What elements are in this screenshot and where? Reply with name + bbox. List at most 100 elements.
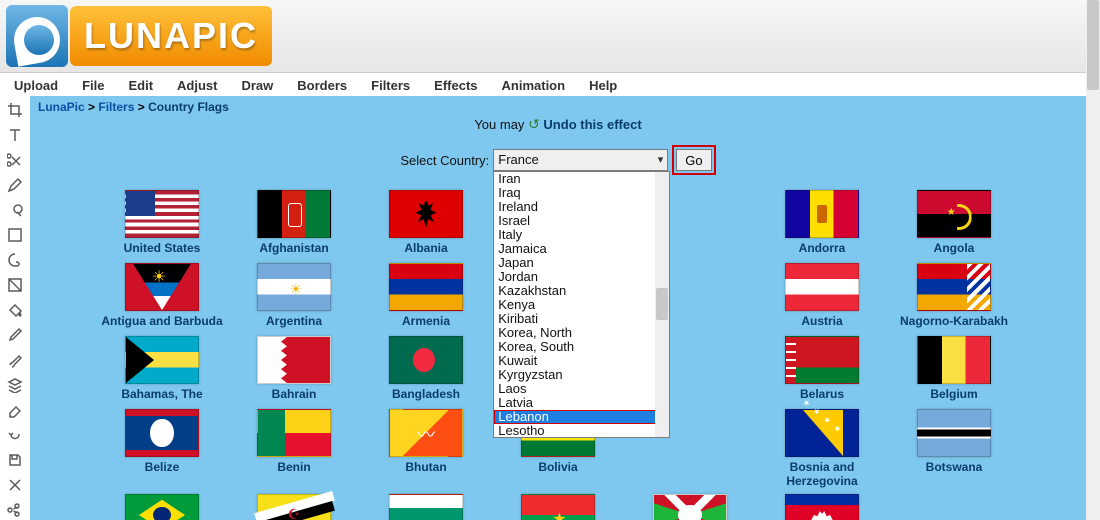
menu-file[interactable]: File <box>70 75 116 96</box>
save-icon[interactable] <box>7 452 23 468</box>
flag-cell[interactable]: ★ ★ ★ ★Bosnia and Herzegovina <box>756 409 888 488</box>
country-option[interactable]: Iraq <box>494 186 669 200</box>
undo-link[interactable]: Undo this effect <box>543 117 641 132</box>
flag-cell[interactable]: Bangladesh <box>360 336 492 401</box>
flag-cell[interactable]: Burundi <box>624 494 756 520</box>
flag-label[interactable]: Bahamas, The <box>96 387 228 401</box>
flag-label[interactable]: Armenia <box>360 314 492 328</box>
country-option[interactable]: Kazakhstan <box>494 284 669 298</box>
flag-cell[interactable]: Belize <box>96 409 228 488</box>
flag-label[interactable]: Austria <box>756 314 888 328</box>
eyedropper-icon[interactable] <box>7 327 23 343</box>
flag-label[interactable]: Bahrain <box>228 387 360 401</box>
window-scrollbar[interactable] <box>1086 0 1100 520</box>
crop-icon[interactable] <box>7 102 23 118</box>
country-option[interactable]: Korea, South <box>494 340 669 354</box>
flag-label[interactable]: United States <box>96 241 228 255</box>
breadcrumb-root[interactable]: LunaPic <box>38 100 85 114</box>
flag-cell[interactable]: Belarus <box>756 336 888 401</box>
menu-edit[interactable]: Edit <box>116 75 165 96</box>
country-option[interactable]: Italy <box>494 228 669 242</box>
delete-icon[interactable] <box>7 477 23 493</box>
flag-label[interactable]: Belize <box>96 460 228 474</box>
flag-label[interactable]: Botswana <box>888 460 1020 474</box>
flag-cell[interactable]: Bahamas, The <box>96 336 228 401</box>
country-dropdown-list[interactable]: IranIraqIrelandIsraelItalyJamaicaJapanJo… <box>493 171 670 438</box>
brush-icon[interactable] <box>7 352 23 368</box>
flag-cell[interactable]: Benin <box>228 409 360 488</box>
flag-cell[interactable]: ★Burkina Faso <box>492 494 624 520</box>
breadcrumb-filters[interactable]: Filters <box>98 100 134 114</box>
flag-cell[interactable]: Austria <box>756 263 888 328</box>
country-option[interactable]: Israel <box>494 214 669 228</box>
flag-cell[interactable]: United States <box>96 190 228 255</box>
flag-cell[interactable]: 〰Bhutan <box>360 409 492 488</box>
select-icon[interactable] <box>7 227 23 243</box>
flag-label[interactable]: Albania <box>360 241 492 255</box>
country-option[interactable]: Kenya <box>494 298 669 312</box>
menu-draw[interactable]: Draw <box>229 75 285 96</box>
menu-animation[interactable]: Animation <box>490 75 578 96</box>
flag-cell[interactable]: Andorra <box>756 190 888 255</box>
flag-label[interactable]: Bolivia <box>492 460 624 474</box>
country-option[interactable]: Kuwait <box>494 354 669 368</box>
go-button[interactable]: Go <box>676 149 711 171</box>
menu-effects[interactable]: Effects <box>422 75 489 96</box>
flag-cell[interactable]: Armenia <box>360 263 492 328</box>
country-option[interactable]: Jordan <box>494 270 669 284</box>
flag-label[interactable]: Bangladesh <box>360 387 492 401</box>
country-option[interactable]: Iran <box>494 172 669 186</box>
flag-label[interactable]: Benin <box>228 460 360 474</box>
flag-label[interactable]: Afghanistan <box>228 241 360 255</box>
dropdown-scrollbar[interactable] <box>655 172 669 437</box>
scissors-icon[interactable] <box>7 152 23 168</box>
country-option[interactable]: Latvia <box>494 396 669 410</box>
bucket-icon[interactable] <box>7 302 23 318</box>
country-option[interactable]: Lesotho <box>494 424 669 438</box>
flag-label[interactable]: Argentina <box>228 314 360 328</box>
menu-upload[interactable]: Upload <box>2 75 70 96</box>
flag-cell[interactable]: Bahrain <box>228 336 360 401</box>
layers-icon[interactable] <box>7 377 23 393</box>
text-icon[interactable] <box>7 127 23 143</box>
flag-cell[interactable]: ☀Antigua and Barbuda <box>96 263 228 328</box>
pencil-icon[interactable] <box>7 177 23 193</box>
country-option[interactable]: Japan <box>494 256 669 270</box>
menu-help[interactable]: Help <box>577 75 629 96</box>
flag-label[interactable]: Antigua and Barbuda <box>96 314 228 328</box>
rotate-icon[interactable] <box>7 427 23 443</box>
flag-cell[interactable]: ☪Brunei <box>228 494 360 520</box>
country-option[interactable]: Lebanon <box>494 410 669 424</box>
logo[interactable]: LUNAPIC <box>6 5 272 67</box>
flag-label[interactable]: Belgium <box>888 387 1020 401</box>
country-option[interactable]: Korea, North <box>494 326 669 340</box>
flag-cell[interactable]: Cambodia <box>756 494 888 520</box>
share-icon[interactable] <box>7 502 23 518</box>
flag-label[interactable]: Nagorno-Karabakh <box>888 314 1020 328</box>
flag-cell[interactable]: ★Angola <box>888 190 1020 255</box>
flag-cell[interactable]: Afghanistan <box>228 190 360 255</box>
palette-icon[interactable] <box>7 252 23 268</box>
flag-cell[interactable]: Bulgaria <box>360 494 492 520</box>
country-option[interactable]: Ireland <box>494 200 669 214</box>
country-option[interactable]: Jamaica <box>494 242 669 256</box>
flag-cell[interactable]: Brazil <box>96 494 228 520</box>
menu-adjust[interactable]: Adjust <box>165 75 229 96</box>
flag-label[interactable]: Angola <box>888 241 1020 255</box>
flag-label[interactable]: Andorra <box>756 241 888 255</box>
flag-cell[interactable]: Botswana <box>888 409 1020 488</box>
flag-cell[interactable]: Belgium <box>888 336 1020 401</box>
flag-cell[interactable]: ☀Argentina <box>228 263 360 328</box>
flag-label[interactable]: Bosnia and Herzegovina <box>756 460 888 488</box>
country-option[interactable]: Laos <box>494 382 669 396</box>
eraser-icon[interactable] <box>7 402 23 418</box>
menu-filters[interactable]: Filters <box>359 75 422 96</box>
country-select[interactable]: France <box>493 149 668 171</box>
country-option[interactable]: Kiribati <box>494 312 669 326</box>
magnify-icon[interactable] <box>7 202 23 218</box>
flag-label[interactable]: Bhutan <box>360 460 492 474</box>
flag-cell[interactable]: Nagorno-Karabakh <box>888 263 1020 328</box>
gradient-icon[interactable] <box>7 277 23 293</box>
flag-label[interactable]: Belarus <box>756 387 888 401</box>
menu-borders[interactable]: Borders <box>285 75 359 96</box>
